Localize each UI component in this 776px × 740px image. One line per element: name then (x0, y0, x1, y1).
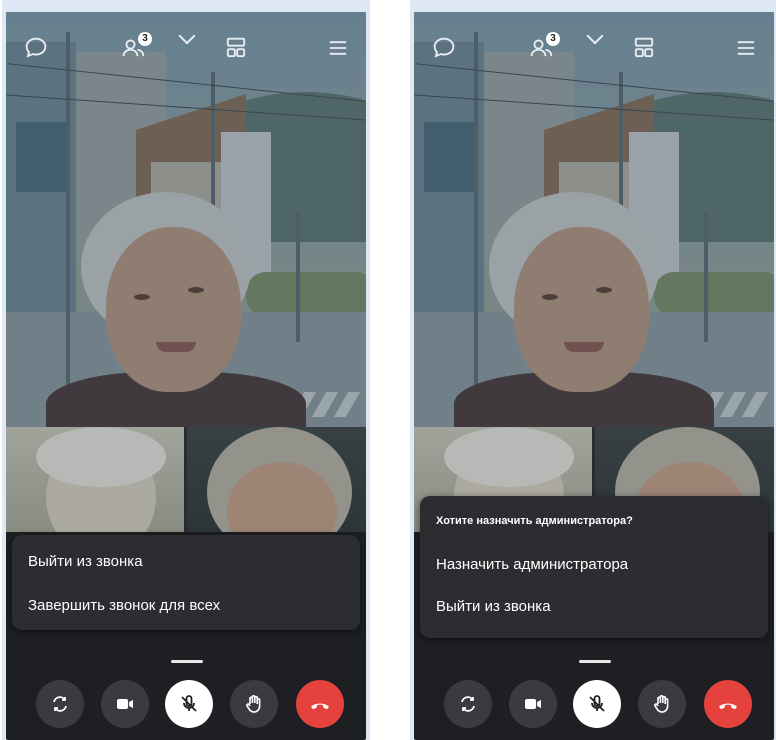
layout-icon[interactable] (630, 34, 658, 62)
camera-button[interactable] (509, 680, 557, 728)
leave-call-menu: Выйти из звонка Завершить звонок для все… (12, 535, 360, 630)
participants-count-badge: 3 (138, 32, 152, 46)
camera-icon (525, 699, 541, 709)
assign-admin-menu: Хотите назначить администратора? Назначи… (420, 496, 768, 638)
main-video[interactable] (6, 12, 366, 427)
raise-hand-icon (246, 695, 261, 713)
leave-call-item[interactable]: Выйти из звонка (28, 545, 344, 579)
participants-icon[interactable]: 3 (528, 32, 560, 62)
participants-icon[interactable]: 3 (120, 32, 152, 62)
drag-handle[interactable] (171, 660, 203, 663)
end-call-for-all-item[interactable]: Завершить звонок для всех (28, 589, 344, 623)
leave-call-item[interactable]: Выйти из звонка (436, 590, 752, 624)
call-screen-right: 3 Хотите назначить администратора? Назна… (414, 12, 774, 740)
participant-thumbnails (6, 427, 366, 532)
raise-hand-button[interactable] (230, 680, 278, 728)
participant-thumbnail[interactable] (6, 427, 184, 532)
chat-icon[interactable] (430, 34, 458, 62)
mic-muted-icon (589, 695, 605, 712)
participants-count-badge: 3 (546, 32, 560, 46)
camera-icon (117, 699, 133, 709)
menu-icon[interactable] (732, 34, 760, 62)
mute-button[interactable] (573, 680, 621, 728)
switch-camera-icon (53, 696, 67, 712)
chat-icon[interactable] (22, 34, 50, 62)
main-video[interactable] (414, 12, 774, 427)
switch-camera-icon (461, 696, 475, 712)
mute-button[interactable] (165, 680, 213, 728)
layout-icon[interactable] (222, 34, 250, 62)
hang-up-icon (311, 703, 329, 710)
menu-title: Хотите назначить администратора? (436, 515, 633, 527)
menu-icon[interactable] (324, 34, 352, 62)
hang-up-button[interactable] (296, 680, 344, 728)
drag-handle[interactable] (579, 660, 611, 663)
top-toolbar: 3 (6, 27, 366, 64)
participant-thumbnail[interactable] (187, 427, 366, 532)
camera-button[interactable] (101, 680, 149, 728)
mic-muted-icon (181, 695, 197, 712)
hang-up-icon (719, 703, 737, 710)
raise-hand-icon (654, 695, 669, 713)
top-toolbar: 3 (414, 27, 774, 64)
raise-hand-button[interactable] (638, 680, 686, 728)
switch-camera-button[interactable] (444, 680, 492, 728)
assign-admin-item[interactable]: Назначить администратора (436, 548, 752, 582)
hang-up-button[interactable] (704, 680, 752, 728)
switch-camera-button[interactable] (36, 680, 84, 728)
call-screen-left: 3 Выйти из звонка Завершить звонок для в… (6, 12, 366, 740)
